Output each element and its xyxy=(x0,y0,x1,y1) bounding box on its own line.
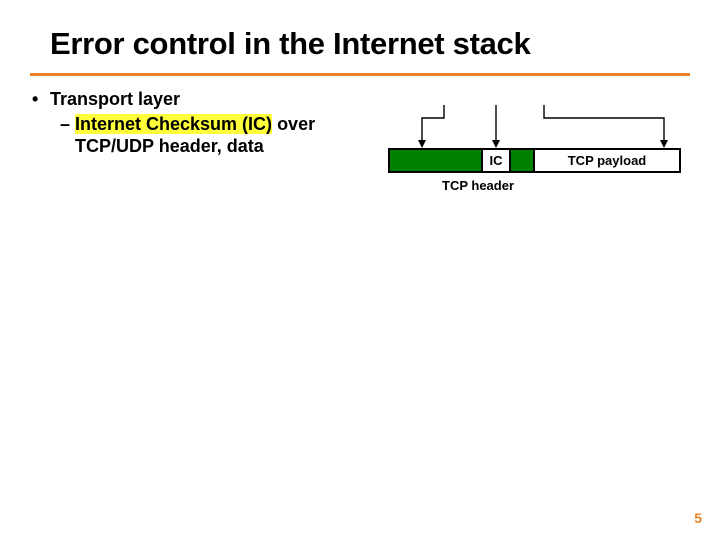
lvl2-rest-a: over xyxy=(272,114,315,134)
dash-marker: – xyxy=(60,114,75,134)
tcp-header-label: TCP header xyxy=(442,178,514,193)
payload-block: TCP payload xyxy=(533,148,681,173)
tcp-segment-diagram: IC TCP payload TCP header xyxy=(388,105,684,225)
arrow-to-payload xyxy=(544,105,664,143)
bullet-marker: • xyxy=(32,88,50,111)
page-number: 5 xyxy=(694,510,702,526)
arrow-to-header-head xyxy=(418,140,426,148)
bullet-lvl1-text: Transport layer xyxy=(50,88,180,111)
arrow-to-ic-head xyxy=(492,140,500,148)
bullet-list: •Transport layer – Internet Checksum (IC… xyxy=(32,88,315,158)
lvl2-rest-b: TCP/UDP header, data xyxy=(75,136,264,156)
header-left-block xyxy=(388,148,483,173)
bullet-lvl1: •Transport layer xyxy=(32,88,315,111)
title-underline xyxy=(30,73,690,76)
arrow-to-header xyxy=(422,105,444,143)
slide-title: Error control in the Internet stack xyxy=(50,26,690,62)
highlighted-term: Internet Checksum (IC) xyxy=(75,114,272,134)
ic-block: IC xyxy=(481,148,511,173)
arrow-to-payload-head xyxy=(660,140,668,148)
segment-row: IC TCP payload xyxy=(388,148,681,173)
bullet-lvl2: – Internet Checksum (IC) over – TCP/UDP … xyxy=(60,113,315,158)
header-right-block xyxy=(509,148,535,173)
